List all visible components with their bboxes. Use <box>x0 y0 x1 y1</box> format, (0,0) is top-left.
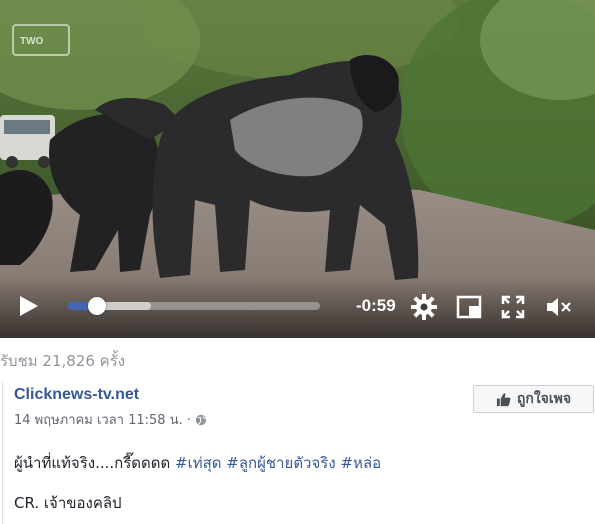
like-page-button[interactable]: ถูกใจเพจ <box>473 385 594 413</box>
fullscreen-icon <box>501 295 525 319</box>
post-timestamp[interactable]: 14 พฤษภาคม เวลา 11:58 น. <box>14 413 183 428</box>
view-count: รับชม 21,826 ครั้ง <box>0 352 126 370</box>
video-controls-bar: -0:59 <box>0 276 595 338</box>
post-caption: ผู้นำที่แท้จริง....กรี๊ดดดด #เท่สุด #ลูก… <box>14 451 381 475</box>
mute-button[interactable] <box>545 295 573 319</box>
progress-scrubber-handle[interactable] <box>87 297 106 315</box>
hashtag-link[interactable]: #หล่อ <box>340 454 381 472</box>
hashtag-link[interactable]: #เท่สุด <box>175 454 221 472</box>
caption-text: ผู้นำที่แท้จริง....กรี๊ดดดด <box>14 454 176 472</box>
mute-icon <box>547 298 571 316</box>
post-credit: CR. เจ้าของคลิป <box>14 494 122 512</box>
like-page-label: ถูกใจเพจ <box>516 391 572 407</box>
video-progress-bar[interactable] <box>68 297 320 315</box>
page-name-link[interactable]: Clicknews-tv.net <box>14 386 139 404</box>
thumbs-up-icon <box>496 392 511 406</box>
post-meta: 14 พฤษภาคม เวลา 11:58 น. · <box>14 409 207 430</box>
post-divider <box>2 382 3 524</box>
meta-separator: · <box>186 413 191 428</box>
hashtag-link[interactable]: #ลูกผู้ชายตัวจริง <box>226 454 335 472</box>
picture-in-picture-button[interactable] <box>456 294 482 320</box>
channel-watermark-logo: TWO <box>12 24 70 56</box>
video-player[interactable]: TWO -0:59 <box>0 0 595 338</box>
picture-in-picture-icon <box>456 295 482 319</box>
settings-button[interactable] <box>410 293 438 321</box>
play-button[interactable] <box>16 294 40 318</box>
fullscreen-button[interactable] <box>500 294 526 320</box>
globe-icon[interactable] <box>195 414 207 426</box>
time-remaining: -0:59 <box>356 296 396 315</box>
settings-gear-icon <box>411 294 437 320</box>
play-icon <box>20 296 38 316</box>
post-card: Clicknews-tv.net 14 พฤษภาคม เวลา 11:58 น… <box>0 376 595 524</box>
